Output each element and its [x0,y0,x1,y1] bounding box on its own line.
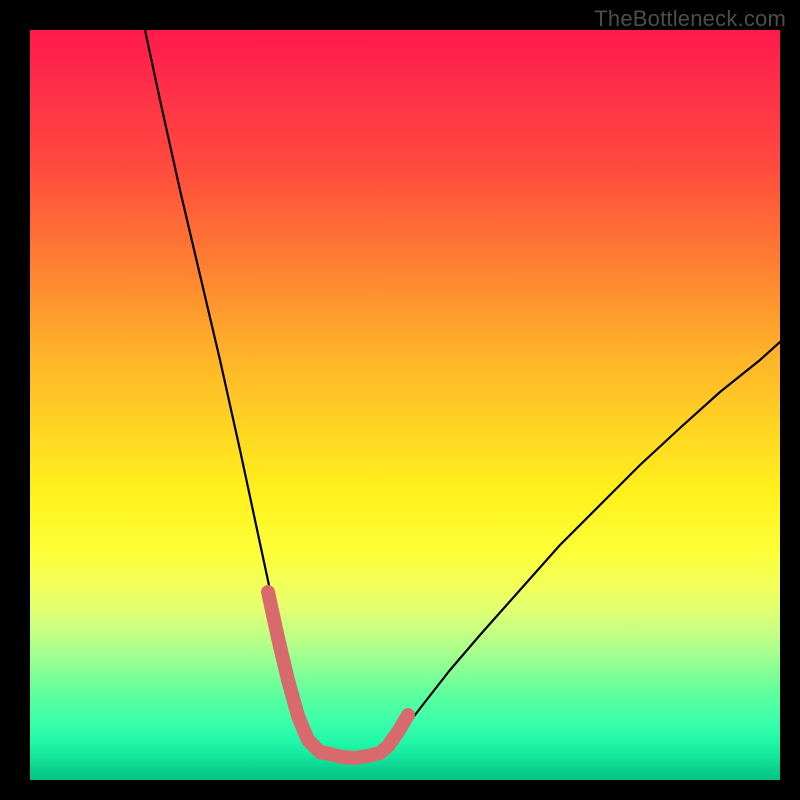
curve-layer [30,30,780,780]
watermark-text: TheBottleneck.com [594,6,786,32]
chart-plot-area [30,30,780,780]
bottleneck-curve-salmon-overlay [268,592,408,758]
bottleneck-curve-black [145,30,780,758]
